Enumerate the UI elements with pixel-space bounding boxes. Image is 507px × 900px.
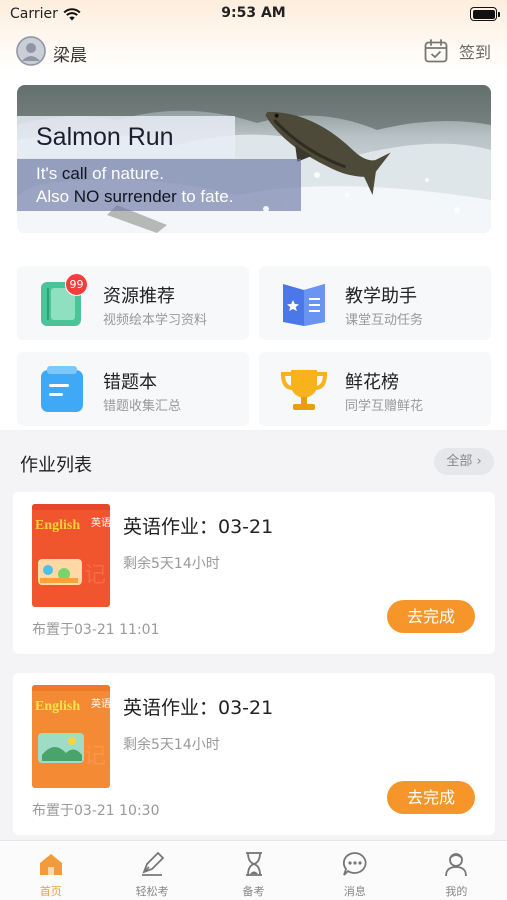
checkin-label: 签到	[458, 43, 491, 62]
trophy-icon	[280, 370, 328, 410]
bottom-tab-bar: 首页 轻松考 备考 消息 我的	[0, 840, 507, 900]
view-all-button[interactable]: 全部 ›	[434, 448, 494, 475]
teaching-book-icon	[283, 284, 325, 326]
tab-home[interactable]: 首页	[0, 841, 101, 900]
tile-teaching-assistant[interactable]: 教学助手 课堂互动任务	[259, 266, 491, 340]
home-icon	[39, 854, 62, 875]
avatar[interactable]	[16, 36, 46, 66]
banner-line-1: It's call of nature.	[36, 164, 164, 183]
cover-title: English	[35, 518, 80, 533]
carousel-indicator[interactable]	[263, 206, 269, 212]
homework-card[interactable]: English 英语 记 英语作业：03-21 剩余5天14小时 布置于03-2…	[13, 673, 495, 835]
tile-subtitle: 错题收集汇总	[103, 399, 182, 414]
english-textbook-cover: English 英语 记	[32, 504, 110, 607]
status-time: 9:53 AM	[221, 5, 286, 21]
banner-line-2: Also NO surrender to fate.	[36, 187, 234, 206]
homework-remaining: 剩余5天14小时	[123, 556, 220, 572]
header: 梁晨 签到	[0, 36, 507, 70]
tile-title: 鲜花榜	[345, 372, 399, 393]
checkin-button[interactable]: 签到	[423, 38, 491, 64]
tab-label: 我的	[445, 885, 468, 898]
banner-title: Salmon Run	[17, 116, 235, 158]
tile-subtitle: 课堂互动任务	[345, 313, 424, 328]
cover-cn: 英语	[91, 697, 110, 710]
tile-subtitle: 视频绘本学习资料	[103, 313, 208, 328]
tab-label: 轻松考	[135, 885, 169, 898]
tab-label: 消息	[343, 885, 366, 898]
view-all-label: 全部	[446, 454, 473, 469]
tile-resource-recommend[interactable]: 99 资源推荐 视频绘本学习资料	[17, 266, 249, 340]
svg-text:记: 记	[84, 744, 106, 769]
cover-cn: 英语	[91, 516, 110, 529]
pen-icon	[142, 851, 165, 876]
badge-count: 99	[65, 273, 88, 296]
tab-easy-exam[interactable]: 轻松考	[101, 841, 202, 900]
tile-subtitle: 同学互赠鲜花	[345, 399, 424, 414]
hourglass-icon	[245, 852, 262, 876]
tile-mistake-notebook[interactable]: 错题本 错题收集汇总	[17, 352, 249, 426]
homework-title: 英语作业：03-21	[123, 697, 274, 719]
tile-flower-ranking[interactable]: 鲜花榜 同学互赠鲜花	[259, 352, 491, 426]
calendar-icon	[424, 39, 448, 63]
homework-remaining: 剩余5天14小时	[123, 737, 220, 753]
english-textbook-cover: English 英语 记	[32, 685, 110, 788]
chevron-right-icon: ›	[476, 454, 482, 469]
homework-title: 英语作业：03-21	[123, 516, 274, 538]
profile-icon	[445, 853, 468, 877]
tile-title: 教学助手	[345, 286, 417, 307]
tab-profile[interactable]: 我的	[406, 841, 507, 900]
user-name[interactable]: 梁晨	[53, 41, 87, 66]
tab-label: 首页	[39, 885, 62, 898]
cover-title: English	[35, 699, 80, 714]
finish-homework-button[interactable]: 去完成	[387, 600, 475, 633]
svg-text:记: 记	[84, 563, 106, 588]
homework-assigned-date: 布置于03-21 10:30	[32, 803, 160, 819]
homework-card[interactable]: English 英语 记 英语作业：03-21 剩余5天14小时 布置于03-2…	[13, 492, 495, 654]
status-bar: Carrier 9:53 AM	[0, 0, 507, 30]
tab-messages[interactable]: 消息	[304, 841, 405, 900]
homework-section-title: 作业列表	[20, 455, 92, 476]
finish-homework-button[interactable]: 去完成	[387, 781, 475, 814]
tile-title: 资源推荐	[103, 286, 175, 307]
banner-carousel[interactable]: Salmon Run It's call of nature. Also NO …	[17, 85, 491, 233]
tab-exam-prep[interactable]: 备考	[203, 841, 304, 900]
homework-assigned-date: 布置于03-21 11:01	[32, 622, 160, 638]
message-icon	[342, 852, 367, 876]
battery-icon	[470, 7, 500, 21]
tile-title: 错题本	[103, 372, 157, 393]
banner-subtitle: It's call of nature. Also NO surrender t…	[17, 159, 301, 211]
tab-label: 备考	[242, 885, 265, 898]
mistake-notebook-icon	[41, 366, 83, 412]
user-avatar-icon	[16, 36, 46, 66]
